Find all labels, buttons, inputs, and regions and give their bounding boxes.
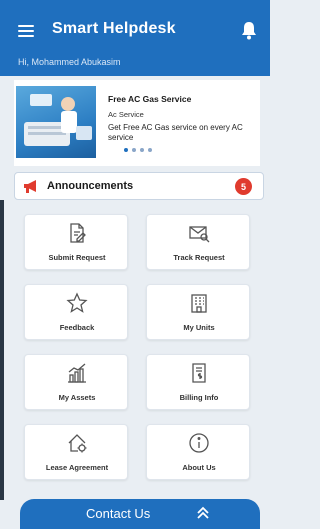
document-edit-icon xyxy=(70,223,86,243)
promo-banner[interactable]: Free AC Gas Service Ac Service Get Free … xyxy=(14,80,260,166)
background-edge xyxy=(0,200,4,500)
tile-label: Lease Agreement xyxy=(45,463,109,472)
mail-search-icon xyxy=(189,226,210,243)
invoice-icon xyxy=(192,363,206,383)
home-settings-icon xyxy=(68,434,87,453)
promo-description: Get Free AC Gas service on every AC serv… xyxy=(108,123,243,142)
carousel-dot[interactable] xyxy=(140,148,144,152)
tile-label: Track Request xyxy=(173,253,225,262)
tile-my-units[interactable]: My Units xyxy=(146,284,250,340)
tile-about-us[interactable]: About Us xyxy=(146,424,250,480)
tile-billing-info[interactable]: Billing Info xyxy=(146,354,250,410)
announcements-label: Announcements xyxy=(47,180,134,192)
app-header: Smart Helpdesk Hi, Mohammed Abukasim xyxy=(0,0,270,76)
promo-category: Ac Service xyxy=(108,110,144,119)
chart-icon xyxy=(68,363,86,383)
announcements-count-badge: 5 xyxy=(235,178,252,195)
contact-us-label: Contact Us xyxy=(86,506,151,521)
chevron-up-icon[interactable] xyxy=(196,506,210,520)
info-icon xyxy=(189,433,209,453)
tile-track-request[interactable]: Track Request xyxy=(146,214,250,270)
user-greeting: Hi, Mohammed Abukasim xyxy=(18,57,121,67)
tile-label: Feedback xyxy=(59,323,95,332)
carousel-indicator[interactable] xyxy=(124,148,152,152)
promo-image xyxy=(16,86,96,158)
tile-label: Submit Request xyxy=(48,253,106,262)
megaphone-icon xyxy=(24,180,36,193)
announcements-bar[interactable]: Announcements 5 xyxy=(14,172,264,200)
tile-lease-agreement[interactable]: Lease Agreement xyxy=(24,424,128,480)
app-title: Smart Helpdesk xyxy=(52,20,176,37)
tile-label: Billing Info xyxy=(179,393,219,402)
carousel-dot[interactable] xyxy=(124,148,128,152)
bell-icon[interactable] xyxy=(240,20,258,40)
star-icon xyxy=(66,292,88,313)
carousel-dot[interactable] xyxy=(148,148,152,152)
building-icon xyxy=(191,294,207,313)
tile-feedback[interactable]: Feedback xyxy=(24,284,128,340)
tile-label: My Units xyxy=(183,323,215,332)
promo-title: Free AC Gas Service xyxy=(108,94,192,104)
tile-my-assets[interactable]: My Assets xyxy=(24,354,128,410)
hamburger-menu-icon[interactable] xyxy=(18,25,34,37)
contact-us-button[interactable]: Contact Us xyxy=(20,499,260,529)
tile-label: About Us xyxy=(182,463,216,472)
carousel-dot[interactable] xyxy=(132,148,136,152)
tile-label: My Assets xyxy=(58,393,96,402)
tile-submit-request[interactable]: Submit Request xyxy=(24,214,128,270)
